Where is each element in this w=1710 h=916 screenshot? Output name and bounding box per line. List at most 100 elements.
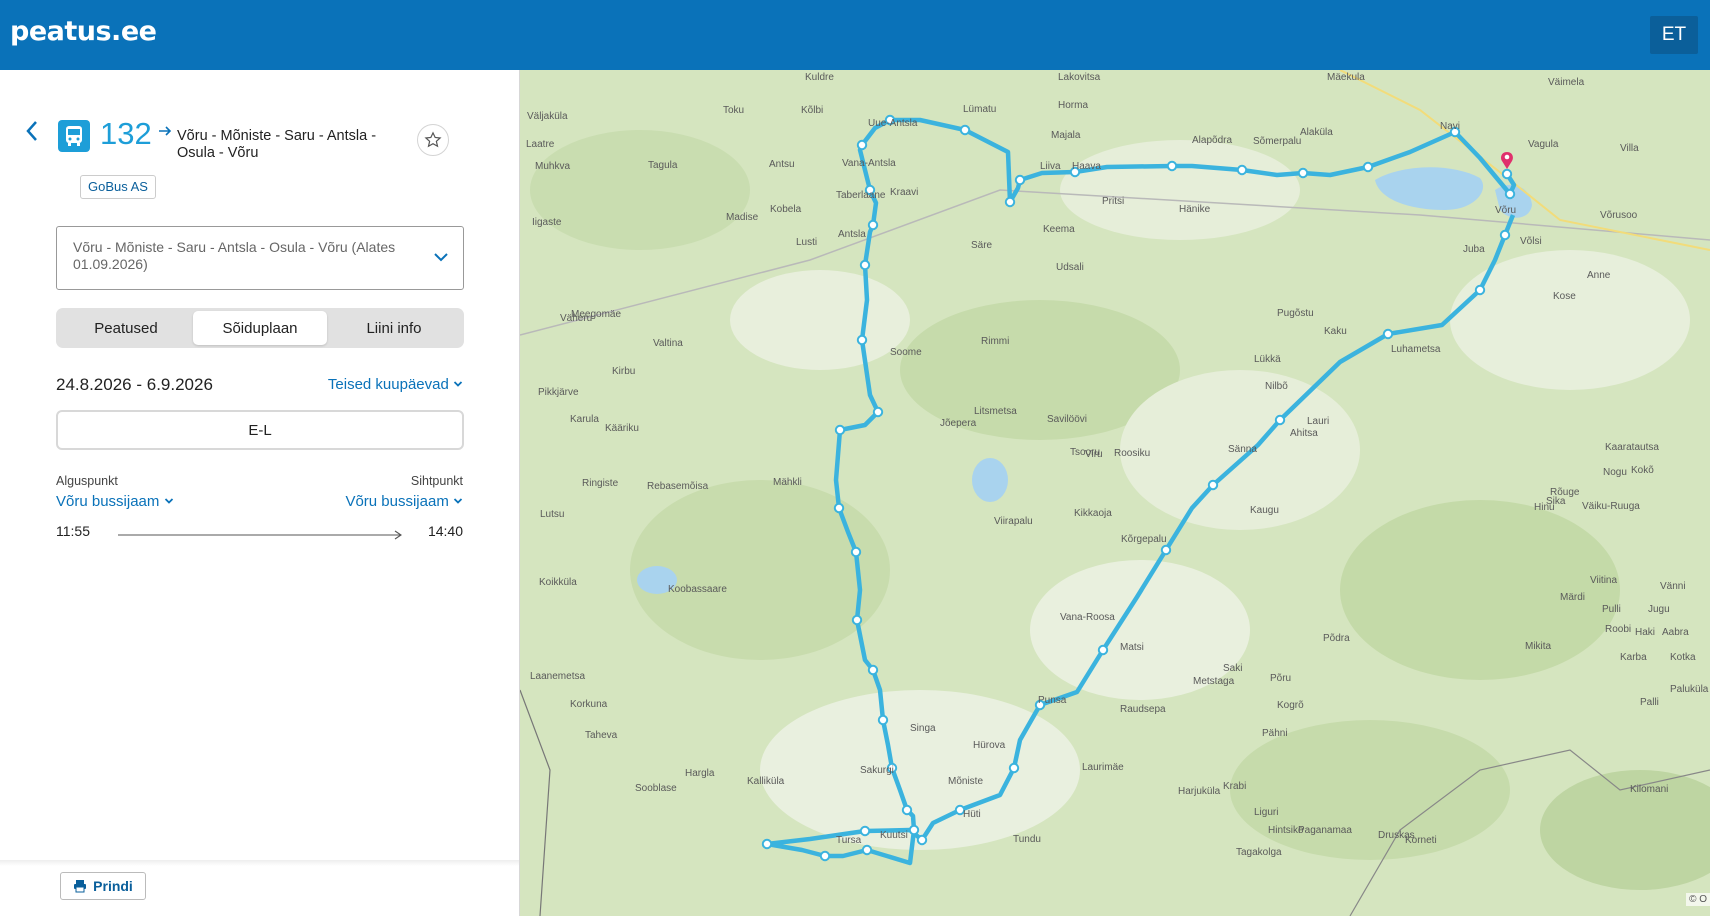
place-label: Kilomani <box>1630 784 1668 795</box>
stop-marker[interactable] <box>856 139 868 151</box>
tab-route-info[interactable]: Liini info <box>327 311 461 345</box>
place-label: Vana-Roosa <box>1060 612 1115 623</box>
stop-marker[interactable] <box>850 546 862 558</box>
chevron-left-icon <box>26 121 37 141</box>
place-label: Muhkva <box>535 161 570 172</box>
stop-marker[interactable] <box>1504 188 1516 200</box>
weekday-selector[interactable]: E-L <box>56 410 464 450</box>
place-label: Nogu <box>1603 467 1627 478</box>
place-label: Kobela <box>770 204 802 215</box>
place-label: Märdi <box>1560 592 1585 603</box>
stop-marker[interactable] <box>856 334 868 346</box>
route-name: Võru - Mõniste - Saru - Antsla - Osula -… <box>177 128 377 161</box>
place-label: Kõrgepalu <box>1121 534 1167 545</box>
place-label: Tundu <box>1013 834 1041 845</box>
stop-marker[interactable] <box>1297 167 1309 179</box>
trip-arrow <box>118 530 402 540</box>
place-label: Kotka <box>1670 652 1696 663</box>
place-label: Rebasemõisa <box>647 481 709 492</box>
place-label: Võlsi <box>1520 236 1542 247</box>
map-canvas[interactable]: Kuldre Toku Kõlbi Uue-Antsla Lümatu Lakovitsa… <box>520 70 1710 916</box>
place-label: Kaku <box>1324 326 1347 337</box>
favorite-button[interactable] <box>417 124 449 156</box>
operator-badge[interactable]: GoBus AS <box>80 175 156 199</box>
place-label: Lakovitsa <box>1058 72 1101 83</box>
place-label: Kõlbi <box>801 105 823 116</box>
stop-marker[interactable] <box>851 614 863 626</box>
place-label: Harjuküla <box>1178 786 1221 797</box>
stop-marker[interactable] <box>861 844 873 856</box>
tab-stops[interactable]: Peatused <box>59 311 193 345</box>
route-map[interactable]: Kuldre Toku Kõlbi Uue-Antsla Lümatu Lakovitsa… <box>520 70 1710 916</box>
stop-marker[interactable] <box>1274 414 1286 426</box>
place-label: Anne <box>1587 270 1611 281</box>
other-dates-link[interactable]: Teised kuupäevad <box>328 376 463 393</box>
place-label: Kraavi <box>890 187 918 198</box>
stop-marker[interactable] <box>833 502 845 514</box>
place-label: Kaugu <box>1250 505 1279 516</box>
stop-marker[interactable] <box>1014 174 1026 186</box>
place-label: Paganamaa <box>1298 825 1352 836</box>
site-logo[interactable]: peatus.ee <box>10 16 157 47</box>
place-label: Väljaküla <box>527 111 568 122</box>
stop-marker[interactable] <box>1097 644 1109 656</box>
back-button[interactable] <box>22 118 42 144</box>
stop-marker[interactable] <box>1362 161 1374 173</box>
stop-marker[interactable] <box>1382 328 1394 340</box>
place-label: Alaküla <box>1300 127 1333 138</box>
stop-marker[interactable] <box>867 664 879 676</box>
stop-marker[interactable] <box>1474 284 1486 296</box>
place-label: Pikkjärve <box>538 387 579 398</box>
stop-marker[interactable] <box>819 850 831 862</box>
stop-marker[interactable] <box>1501 168 1513 180</box>
stop-marker[interactable] <box>761 838 773 850</box>
print-button[interactable]: Prindi <box>60 872 146 900</box>
stop-marker[interactable] <box>872 406 884 418</box>
place-label: Lükkä <box>1254 354 1281 365</box>
place-label: Hürova <box>973 740 1006 751</box>
place-label: Raudsepa <box>1120 704 1166 715</box>
stop-marker[interactable] <box>1499 229 1511 241</box>
place-label: Laurimäe <box>1082 762 1124 773</box>
route-number: 132 <box>100 116 152 151</box>
place-label: Sooblase <box>635 783 677 794</box>
place-label: Litsmetsa <box>974 406 1017 417</box>
stop-marker[interactable] <box>834 424 846 436</box>
route-variant-dropdown[interactable]: Võru - Mõniste - Saru - Antsla - Osula -… <box>56 226 464 290</box>
place-label: Keema <box>1043 224 1075 235</box>
place-label: Villa <box>1620 143 1639 154</box>
stop-marker[interactable] <box>877 714 889 726</box>
stop-marker[interactable] <box>859 259 871 271</box>
top-navigation-bar: peatus.ee ET <box>0 0 1710 70</box>
stop-marker[interactable] <box>1004 196 1016 208</box>
tab-timetable[interactable]: Sõiduplaan <box>193 311 327 345</box>
stop-marker[interactable] <box>901 804 913 816</box>
stop-marker[interactable] <box>1207 479 1219 491</box>
bus-icon <box>58 120 90 152</box>
chevron-down-icon <box>453 381 463 387</box>
stop-marker[interactable] <box>1008 762 1020 774</box>
place-label: Sänna <box>1228 444 1257 455</box>
stop-marker[interactable] <box>908 824 920 836</box>
stop-marker[interactable] <box>1166 160 1178 172</box>
stop-marker[interactable] <box>867 219 879 231</box>
place-label: Jugu <box>1648 604 1670 615</box>
print-label: Prindi <box>93 878 133 894</box>
stop-marker[interactable] <box>959 124 971 136</box>
chevron-down-icon <box>164 498 173 504</box>
stop-marker[interactable] <box>1160 544 1172 556</box>
place-label: Ahitsa <box>1290 428 1318 439</box>
place-label: Mähkli <box>773 477 802 488</box>
stop-marker[interactable] <box>916 834 928 846</box>
stop-marker[interactable] <box>859 825 871 837</box>
place-label: Madise <box>726 212 759 223</box>
from-stop-dropdown[interactable]: Võru bussijaam <box>56 493 174 510</box>
language-selector[interactable]: ET <box>1650 16 1698 54</box>
stop-marker[interactable] <box>1236 164 1248 176</box>
place-label: Toku <box>723 105 744 116</box>
place-label: Sakurgi <box>860 765 894 776</box>
destination-marker-icon[interactable] <box>1501 152 1513 169</box>
to-stop-dropdown[interactable]: Võru bussijaam <box>345 493 463 510</box>
place-label: Alapõdra <box>1192 135 1232 146</box>
place-label: Palli <box>1640 697 1659 708</box>
